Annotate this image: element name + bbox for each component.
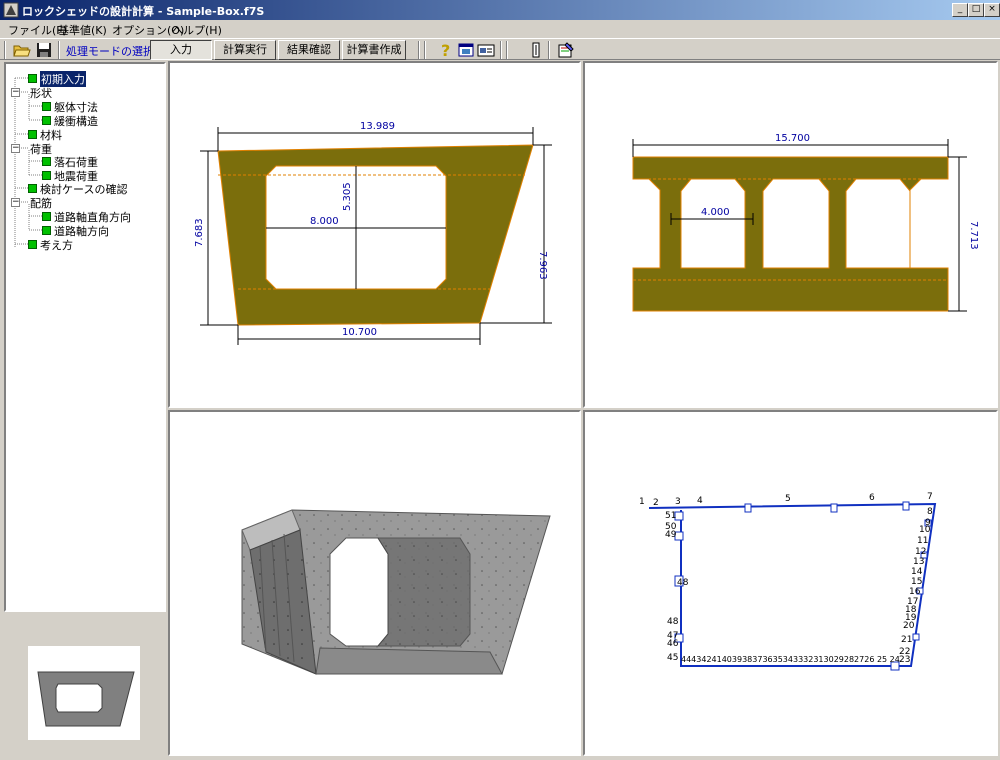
status-icon: [42, 157, 51, 166]
create-report-button[interactable]: 計算書作成: [342, 40, 406, 60]
svg-text:?: ?: [441, 41, 450, 60]
node-label: 48: [667, 617, 679, 627]
node-label: 49: [665, 530, 677, 540]
span-width-label: 4.000: [701, 207, 730, 218]
collapse-toggle-icon[interactable]: −: [11, 198, 20, 207]
window-icon[interactable]: [456, 40, 476, 60]
right-height-label: 7.963: [537, 251, 548, 280]
bottom-width-label: 10.700: [342, 327, 377, 338]
card-icon[interactable]: [476, 40, 496, 60]
status-icon: [28, 240, 37, 249]
toolbar-separator: [500, 41, 502, 59]
toolbar-grip: [4, 41, 6, 59]
top-width-label: 13.989: [360, 121, 395, 132]
toolbar-separator: [424, 41, 426, 59]
toolbar-separator: [506, 41, 508, 59]
toolbar-separator: [418, 41, 420, 59]
node-label: 8: [927, 507, 933, 517]
total-width-label: 15.700: [775, 133, 810, 144]
node-label: 21: [901, 635, 912, 645]
navigation-tree: 初期入力 − 形状 躯体寸法 緩衝構造 材料 − 荷重 落石荷重 地震荷重 検討…: [4, 62, 166, 612]
window-title: ロックシェッドの設計計算 - Sample-Box.f7S: [22, 5, 265, 18]
run-calculation-button[interactable]: 計算実行: [214, 40, 276, 60]
folder-open-icon[interactable]: [12, 40, 32, 60]
tree-item-label: 形状: [30, 87, 52, 100]
shape-thumbnail: [28, 646, 140, 740]
title-bar: ロックシェッドの設計計算 - Sample-Box.f7S _ □ ×: [0, 0, 1000, 20]
status-icon: [42, 226, 51, 235]
status-icon: [28, 184, 37, 193]
node-label: 1: [639, 497, 645, 507]
node-label: 48: [677, 578, 689, 588]
check-icon: [28, 74, 37, 83]
app-icon: [3, 2, 19, 18]
node-label: 6: [869, 493, 875, 503]
node-label: 3: [675, 497, 681, 507]
tree-item-label: 荷重: [30, 143, 52, 156]
node-label: 4: [697, 496, 703, 506]
node-label: 23: [899, 655, 910, 665]
inner-width-label: 8.000: [310, 216, 339, 227]
status-icon: [42, 171, 51, 180]
shape-preview-panel: [4, 614, 166, 756]
toolbar-separator: [548, 41, 550, 59]
maximize-button[interactable]: □: [968, 3, 984, 17]
node-label: 11: [917, 536, 928, 546]
node-label: 10: [919, 525, 931, 535]
menu-standard[interactable]: 基準値(K): [58, 22, 107, 38]
node-label: 5: [785, 494, 791, 504]
frame-model-view[interactable]: 1 2 3 4 5 6 7 51 50 49 48 48 47 46 45 8 …: [583, 410, 998, 756]
settings-tool-icon[interactable]: [556, 40, 576, 60]
status-icon: [28, 130, 37, 139]
node-label: 15: [911, 577, 922, 587]
cross-section-view[interactable]: 13.989 10.700 8.000 5.305 7.683 7.963: [168, 61, 581, 408]
height-label: 7.713: [968, 221, 979, 250]
collapse-toggle-icon[interactable]: −: [11, 144, 20, 153]
node-label: 14: [911, 567, 923, 577]
node-label: 7: [927, 492, 933, 502]
toolbar-separator: [58, 41, 60, 59]
left-height-label: 7.683: [194, 218, 205, 247]
tree-item-label: 検討ケースの確認: [40, 183, 128, 196]
status-icon: [42, 212, 51, 221]
inner-height-label: 5.305: [342, 182, 353, 211]
menu-help[interactable]: ヘルプ(H): [172, 22, 222, 38]
node-label: 45: [667, 653, 678, 663]
node-label: 13: [913, 557, 924, 567]
panel-icon[interactable]: [526, 40, 546, 60]
node-label: 51: [665, 511, 676, 521]
tree-item-label: 配筋: [30, 197, 52, 210]
collapse-toggle-icon[interactable]: −: [11, 88, 20, 97]
toolbar: 処理モードの選択 入力 計算実行 結果確認 計算書作成 ?: [0, 38, 1000, 60]
bottom-node-labels: 44434241403938373635343332313029282726 2…: [681, 655, 900, 664]
menu-bar: ファイル(F) 基準値(K) オプション(O) ヘルプ(H): [0, 20, 1000, 38]
question-icon[interactable]: ?: [436, 40, 456, 60]
node-label: 46: [667, 639, 679, 649]
floppy-disk-icon[interactable]: [34, 40, 54, 60]
close-button[interactable]: ×: [984, 3, 1000, 17]
longitudinal-view[interactable]: 15.700 4.000 7.713: [583, 61, 998, 408]
3d-model-view[interactable]: [168, 410, 581, 756]
minimize-button[interactable]: _: [952, 3, 968, 17]
node-label: 16: [909, 587, 921, 597]
input-mode-button[interactable]: 入力: [150, 40, 212, 60]
status-icon: [42, 102, 51, 111]
node-label: 12: [915, 547, 926, 557]
status-icon: [42, 116, 51, 125]
tree-item-label: 考え方: [40, 239, 73, 252]
node-label: 20: [903, 621, 915, 631]
node-label: 2: [653, 498, 659, 508]
mode-selection-label: 処理モードの選択: [66, 45, 154, 58]
check-results-button[interactable]: 結果確認: [278, 40, 340, 60]
